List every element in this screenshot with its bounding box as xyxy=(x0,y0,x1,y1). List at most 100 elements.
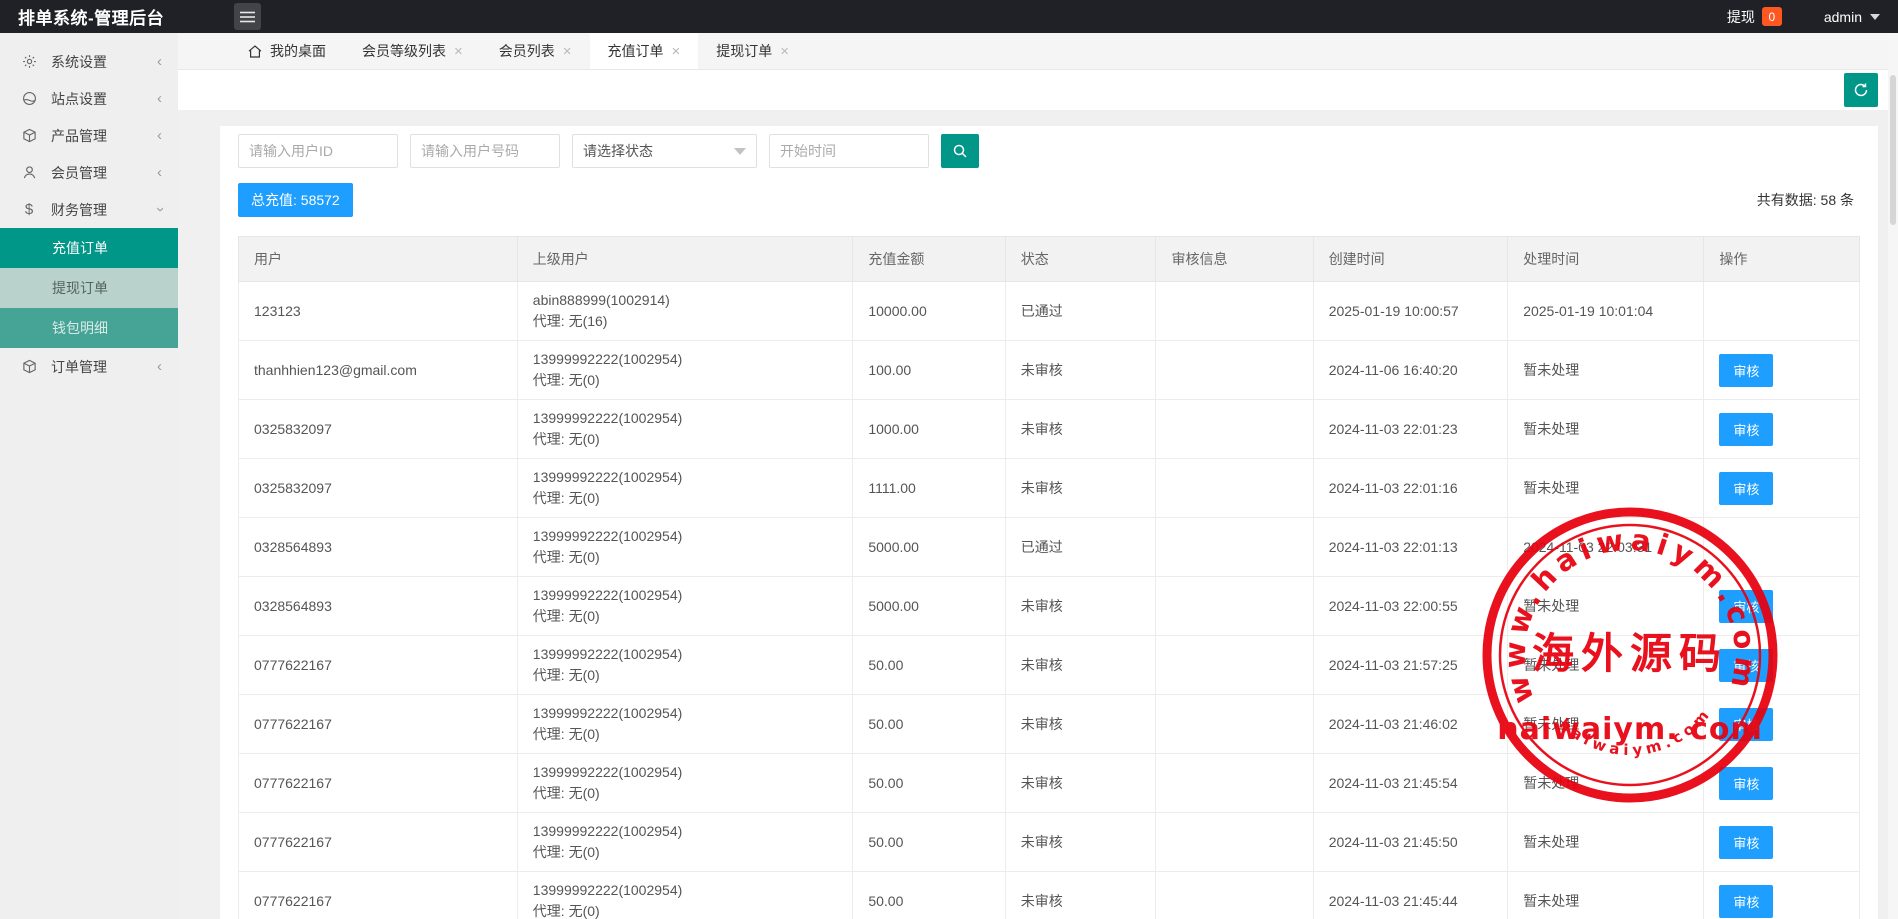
sidebar-subitem-withdraw-orders[interactable]: 提现订单 xyxy=(0,268,178,308)
table-row: 032856489313999992222(1002954)代理: 无(0)50… xyxy=(239,518,1860,577)
tab-label: 充值订单 xyxy=(608,41,664,61)
sidebar-item-label: 系统设置 xyxy=(51,52,157,72)
col-status: 状态 xyxy=(1005,237,1156,282)
summary-row: 总充值: 58572 共有数据: 58 条 xyxy=(238,183,1860,217)
withdraw-notice[interactable]: 提现 0 xyxy=(1727,7,1782,27)
scrollbar-thumb[interactable] xyxy=(1890,75,1896,225)
cell-user: 0328564893 xyxy=(239,577,518,636)
user-number-input[interactable] xyxy=(410,134,560,168)
cell-action: 审核 xyxy=(1704,695,1860,754)
audit-button[interactable]: 审核 xyxy=(1719,472,1773,505)
table-row: 077762216713999992222(1002954)代理: 无(0)50… xyxy=(239,754,1860,813)
sidebar-item-order-management[interactable]: 订单管理 ‹ xyxy=(0,348,178,385)
cell-parent-user: 13999992222(1002954)代理: 无(0) xyxy=(517,341,853,400)
user-id-input[interactable] xyxy=(238,134,398,168)
cell-action: 审核 xyxy=(1704,872,1860,919)
app-title: 排单系统-管理后台 xyxy=(0,4,178,29)
sidebar-item-product-management[interactable]: 产品管理 ‹ xyxy=(0,117,178,154)
cell-action: 审核 xyxy=(1704,341,1860,400)
total-recharge-badge: 总充值: 58572 xyxy=(238,183,353,217)
cell-audit-info xyxy=(1156,400,1313,459)
cell-created-time: 2024-11-06 16:40:20 xyxy=(1313,341,1508,400)
tab-member-list[interactable]: 会员列表 × xyxy=(481,33,590,69)
cell-action xyxy=(1704,282,1860,341)
sidebar-item-site-settings[interactable]: 站点设置 ‹ xyxy=(0,80,178,117)
cell-processed-time: 暂未处理 xyxy=(1508,341,1704,400)
sidebar-item-finance-management[interactable]: $ 财务管理 ‹ xyxy=(0,191,178,228)
refresh-button[interactable] xyxy=(1844,73,1878,107)
close-icon[interactable]: × xyxy=(454,44,463,59)
cell-action: 审核 xyxy=(1704,636,1860,695)
status-select[interactable]: 请选择状态 xyxy=(572,134,757,168)
gear-icon xyxy=(20,54,38,69)
table-row: 077762216713999992222(1002954)代理: 无(0)50… xyxy=(239,695,1860,754)
col-processed-time: 处理时间 xyxy=(1508,237,1704,282)
audit-button[interactable]: 审核 xyxy=(1719,590,1773,623)
dollar-icon: $ xyxy=(20,201,38,218)
tab-bar: 我的桌面 会员等级列表 × 会员列表 × 充值订单 × 提现订单 × xyxy=(178,33,1898,70)
cell-amount: 50.00 xyxy=(853,754,1005,813)
cell-audit-info xyxy=(1156,754,1313,813)
tab-my-desktop[interactable]: 我的桌面 xyxy=(230,33,344,69)
table-row: 123123abin888999(1002914)代理: 无(16)10000.… xyxy=(239,282,1860,341)
cell-parent-user: 13999992222(1002954)代理: 无(0) xyxy=(517,400,853,459)
header-right: 提现 0 admin xyxy=(1727,7,1898,27)
search-icon xyxy=(952,143,968,159)
content-area: 请选择状态 总充值: 58572 共有数据: 58 条 xyxy=(178,111,1898,919)
close-icon[interactable]: × xyxy=(563,44,572,59)
tab-recharge-orders[interactable]: 充值订单 × xyxy=(590,33,699,69)
cell-user: 0777622167 xyxy=(239,872,518,919)
cell-amount: 5000.00 xyxy=(853,577,1005,636)
tab-label: 我的桌面 xyxy=(270,41,326,61)
cell-created-time: 2024-11-03 21:45:54 xyxy=(1313,754,1508,813)
audit-button[interactable]: 审核 xyxy=(1719,649,1773,682)
table-row: 032583209713999992222(1002954)代理: 无(0)11… xyxy=(239,459,1860,518)
audit-button[interactable]: 审核 xyxy=(1719,413,1773,446)
cell-created-time: 2024-11-03 22:01:23 xyxy=(1313,400,1508,459)
audit-button[interactable]: 审核 xyxy=(1719,767,1773,800)
toolbar xyxy=(178,70,1898,110)
cell-action: 审核 xyxy=(1704,459,1860,518)
audit-button[interactable]: 审核 xyxy=(1719,885,1773,918)
vertical-scrollbar xyxy=(1888,33,1898,919)
col-parent-user: 上级用户 xyxy=(517,237,853,282)
audit-button[interactable]: 审核 xyxy=(1719,354,1773,387)
filter-bar: 请选择状态 xyxy=(238,134,1860,168)
tab-withdraw-orders[interactable]: 提现订单 × xyxy=(698,33,807,69)
cell-amount: 50.00 xyxy=(853,872,1005,919)
hamburger-menu-button[interactable] xyxy=(234,3,261,30)
orders-table: 用户 上级用户 充值金额 状态 审核信息 创建时间 处理时间 操作 123123… xyxy=(238,236,1860,919)
sidebar-item-label: 财务管理 xyxy=(51,200,157,220)
sidebar-item-member-management[interactable]: 会员管理 ‹ xyxy=(0,154,178,191)
cell-amount: 50.00 xyxy=(853,695,1005,754)
tab-member-levels[interactable]: 会员等级列表 × xyxy=(344,33,481,69)
start-time-input[interactable] xyxy=(769,134,929,168)
audit-button[interactable]: 审核 xyxy=(1719,708,1773,741)
cell-created-time: 2025-01-19 10:00:57 xyxy=(1313,282,1508,341)
close-icon[interactable]: × xyxy=(672,44,681,59)
cell-action xyxy=(1704,518,1860,577)
admin-dropdown[interactable]: admin xyxy=(1824,9,1880,25)
audit-button[interactable]: 审核 xyxy=(1719,826,1773,859)
cell-status: 未审核 xyxy=(1005,400,1156,459)
cell-audit-info xyxy=(1156,459,1313,518)
sidebar-subitem-label: 充值订单 xyxy=(52,238,108,258)
close-icon[interactable]: × xyxy=(780,44,789,59)
table-row: 032856489313999992222(1002954)代理: 无(0)50… xyxy=(239,577,1860,636)
cell-processed-time: 2025-01-19 10:01:04 xyxy=(1508,282,1704,341)
cell-status: 未审核 xyxy=(1005,577,1156,636)
cell-amount: 50.00 xyxy=(853,636,1005,695)
sidebar-subitem-wallet-details[interactable]: 钱包明细 xyxy=(0,308,178,348)
cell-processed-time: 暂未处理 xyxy=(1508,400,1704,459)
box-icon xyxy=(20,128,38,143)
home-icon xyxy=(248,45,262,58)
cell-processed-time: 暂未处理 xyxy=(1508,695,1704,754)
data-count-text: 共有数据: 58 条 xyxy=(1757,190,1860,210)
sidebar-subitem-recharge-orders[interactable]: 充值订单 xyxy=(0,228,178,268)
cell-audit-info xyxy=(1156,518,1313,577)
sidebar-item-system-settings[interactable]: 系统设置 ‹ xyxy=(0,43,178,80)
cell-amount: 1000.00 xyxy=(853,400,1005,459)
chevron-down-icon: ‹ xyxy=(152,207,167,212)
search-button[interactable] xyxy=(941,134,979,168)
cell-parent-user: 13999992222(1002954)代理: 无(0) xyxy=(517,577,853,636)
